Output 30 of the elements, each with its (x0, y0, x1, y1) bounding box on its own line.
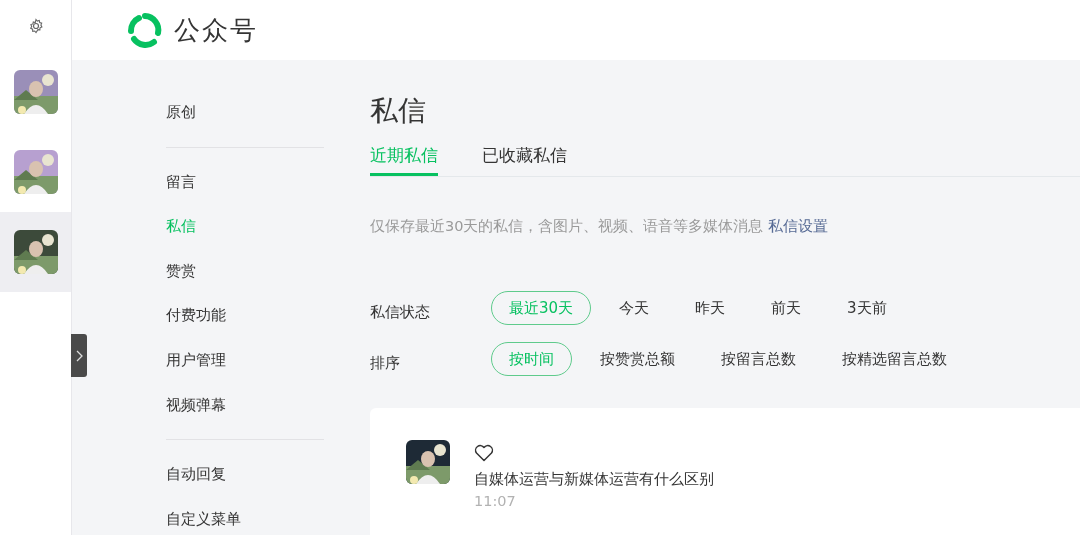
heart-icon[interactable] (474, 444, 494, 462)
filter-option[interactable]: 按精选留言总数 (824, 341, 965, 376)
menu-item[interactable]: 付费功能 (166, 306, 226, 325)
filter-option[interactable]: 3天前 (829, 290, 905, 325)
settings-link[interactable]: 私信设置 (768, 218, 829, 234)
menu-item[interactable]: 自定义菜单 (166, 509, 241, 528)
message-time: 11:07 (474, 493, 517, 509)
page-title: 私信 (370, 93, 427, 129)
filter-option[interactable]: 按赞赏总额 (582, 341, 693, 376)
menu-item[interactable]: 用户管理 (166, 350, 226, 369)
menu-item[interactable]: 自动回复 (166, 465, 226, 484)
logo-icon (126, 11, 164, 49)
filter-option[interactable]: 按留言总数 (703, 341, 814, 376)
filter-label: 排序 (370, 354, 401, 373)
menu-item[interactable]: 视频弹幕 (166, 395, 226, 414)
message-text: 自媒体运营与新媒体运营有什么区别 (474, 470, 714, 489)
expand-handle[interactable] (71, 334, 87, 377)
filter-option[interactable]: 前天 (753, 290, 820, 325)
brand-title: 公众号 (174, 13, 258, 47)
tab[interactable]: 已收藏私信 (482, 144, 567, 176)
filter-option[interactable]: 昨天 (677, 290, 744, 325)
filter-label: 私信状态 (370, 303, 431, 322)
settings-icon[interactable] (27, 18, 44, 34)
menu-item[interactable]: 留言 (166, 172, 196, 191)
info-note: 仅保存最近30天的私信，含图片、视频、语音等多媒体消息 私信设置 (370, 217, 830, 236)
menu-item[interactable]: 赞赏 (166, 261, 196, 280)
account-item[interactable] (0, 212, 71, 292)
chevron-right-icon (75, 349, 83, 362)
filter-option[interactable]: 今天 (601, 290, 668, 325)
menu-item[interactable]: 原创 (166, 103, 196, 121)
